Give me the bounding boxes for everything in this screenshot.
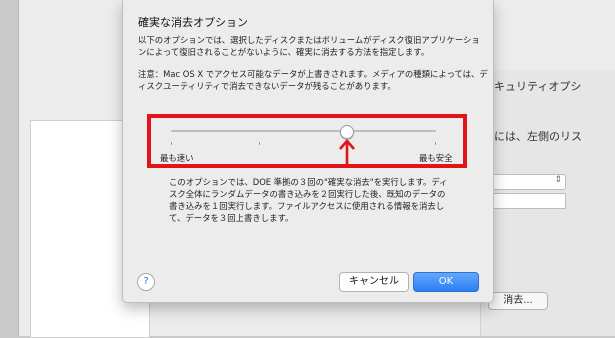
annotation-up-arrow-icon bbox=[339, 139, 355, 165]
background-name-field[interactable] bbox=[484, 193, 566, 209]
dialog-title: 確実な消去オプション bbox=[138, 16, 248, 29]
background-partial-text: キュリティオプシ bbox=[494, 80, 582, 93]
cancel-button[interactable]: キャンセル bbox=[339, 272, 409, 292]
option-description: このオプションでは、DOE 準拠の３回の"確実な消去"を実行します。ディスク全体… bbox=[169, 177, 448, 223]
dialog-note: 注意：Mac OS X でアクセス可能なデータが上書きされます。メディアの種類に… bbox=[138, 69, 488, 91]
background-format-select[interactable]: ⇕ bbox=[484, 174, 566, 190]
dialog-description: 以下のオプションでは、選択したディスクまたはボリュームがディスク復旧アプリケーシ… bbox=[138, 35, 480, 57]
help-button[interactable]: ? bbox=[137, 273, 155, 291]
background-partial-text: には、左側のリス bbox=[494, 130, 582, 143]
secure-erase-options-sheet: 確実な消去オプション 以下のオプションでは、選択したディスクまたはボリュームがデ… bbox=[122, 0, 494, 303]
background-erase-button[interactable]: 消去... bbox=[488, 292, 548, 310]
annotation-highlight-box bbox=[147, 114, 467, 168]
ok-button[interactable]: OK bbox=[413, 272, 479, 292]
chevron-updown-icon: ⇕ bbox=[554, 175, 562, 185]
